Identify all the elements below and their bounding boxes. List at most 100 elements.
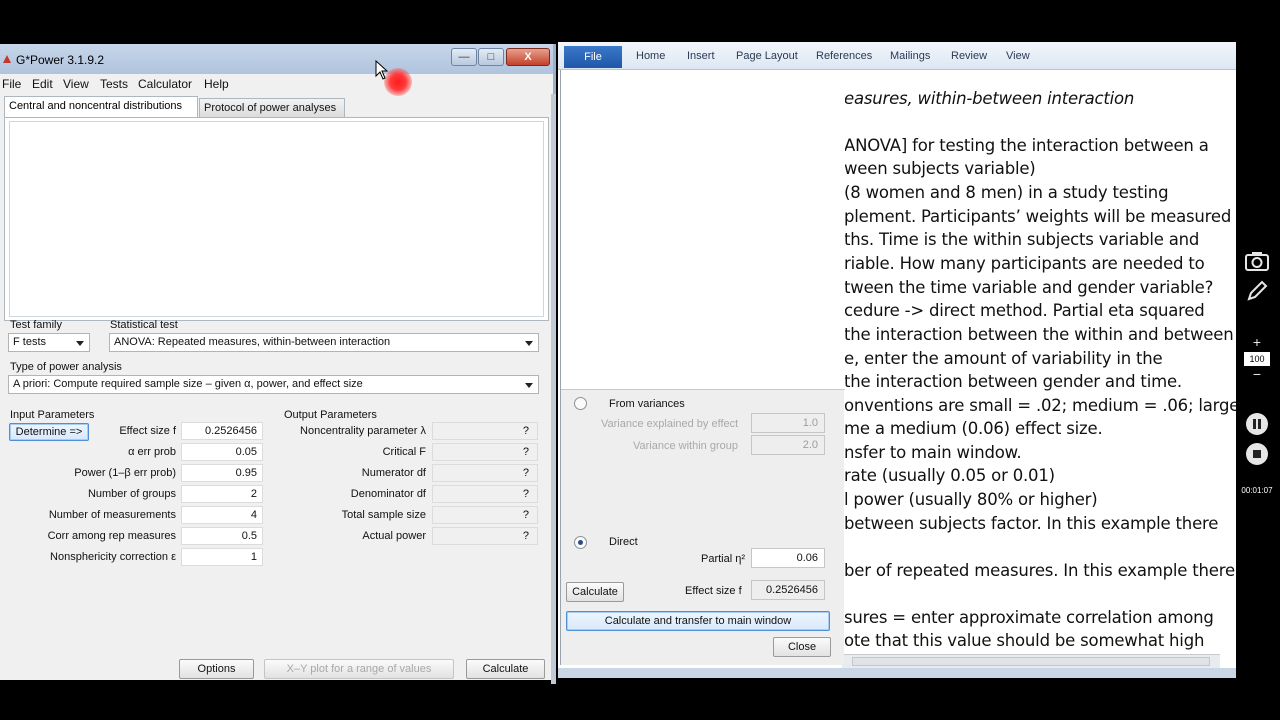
partial-eta-field[interactable]: 0.06: [751, 548, 825, 568]
ribbon-tab-mailings[interactable]: Mailings: [890, 50, 930, 62]
pause-button[interactable]: [1246, 413, 1268, 435]
scrollbar-thumb[interactable]: [852, 657, 1210, 666]
chevron-down-icon: [76, 341, 84, 346]
word-ribbon: File Home Insert Page Layout References …: [558, 42, 1236, 70]
doc-line: rate (usually 0.05 or 0.01): [844, 466, 1055, 485]
stop-button[interactable]: [1246, 443, 1268, 465]
input-groups[interactable]: 2: [181, 485, 263, 503]
zoom-in-button[interactable]: +: [1247, 334, 1267, 350]
zoom-out-button[interactable]: −: [1247, 366, 1267, 382]
input-label-power: Power (1–β err prob): [74, 467, 176, 479]
ribbon-tab-insert[interactable]: Insert: [687, 50, 715, 62]
ribbon-tab-references[interactable]: References: [816, 50, 872, 62]
statistical-test-select[interactable]: ANOVA: Repeated measures, within-between…: [109, 333, 539, 352]
menu-file[interactable]: File: [2, 77, 21, 91]
output-critical-f: ?: [432, 443, 538, 461]
input-power[interactable]: 0.95: [181, 464, 263, 482]
cursor-arrow-icon: [375, 60, 389, 80]
horizontal-scrollbar[interactable]: [842, 654, 1220, 668]
doc-line: me a medium (0.06) effect size.: [844, 419, 1103, 438]
from-variances-label: From variances: [609, 398, 685, 410]
output-total-sample: ?: [432, 506, 538, 524]
input-nonsphericity[interactable]: 1: [181, 548, 263, 566]
menu-edit[interactable]: Edit: [32, 77, 53, 91]
menu-help[interactable]: Help: [204, 77, 229, 91]
pen-icon[interactable]: [1246, 280, 1268, 302]
xy-plot-button[interactable]: X–Y plot for a range of values: [264, 659, 454, 679]
input-label-effect-size: Effect size f: [119, 425, 176, 437]
chevron-down-icon: [525, 383, 533, 388]
variance-explained-field[interactable]: 1.0: [751, 413, 825, 433]
doc-line: the interaction between the within and b…: [844, 325, 1234, 344]
ribbon-tab-view[interactable]: View: [1006, 50, 1030, 62]
ribbon-tab-review[interactable]: Review: [951, 50, 987, 62]
doc-line: ote that this value should be somewhat h…: [844, 631, 1205, 650]
ribbon-tab-home[interactable]: Home: [636, 50, 665, 62]
doc-heading: easures, within-between interaction: [844, 89, 1135, 108]
tab-protocol[interactable]: Protocol of power analyses: [199, 98, 345, 117]
title-bar[interactable]: G*Power 3.1.9.2 — □ X: [0, 44, 553, 74]
dialog-preview-area: [561, 70, 845, 390]
output-parameters-header: Output Parameters: [284, 409, 377, 421]
output-label-denominator-df: Denominator df: [350, 488, 426, 500]
camera-icon[interactable]: [1244, 250, 1270, 272]
app-icon: [3, 55, 11, 63]
document-page[interactable]: easures, within-between interaction ANOV…: [842, 70, 1236, 662]
direct-radio[interactable]: [574, 536, 587, 549]
zoom-level: 100: [1244, 352, 1270, 366]
close-window-button[interactable]: X: [506, 48, 550, 66]
effect-size-value: 0.2526456: [751, 580, 825, 600]
input-label-measurements: Number of measurements: [48, 509, 176, 521]
menu-view[interactable]: View: [63, 77, 89, 91]
input-effect-size[interactable]: 0.2526456: [181, 422, 263, 440]
tab-strip: Central and noncentral distributions Pro…: [4, 96, 552, 118]
output-label-actual-power: Actual power: [362, 530, 426, 542]
maximize-button[interactable]: □: [478, 48, 504, 66]
calculate-button[interactable]: Calculate: [466, 659, 545, 679]
output-label-critical-f: Critical F: [382, 446, 426, 458]
test-family-select[interactable]: F tests: [8, 333, 90, 352]
variance-within-label: Variance within group: [633, 440, 738, 452]
input-parameters-header: Input Parameters: [10, 409, 95, 421]
tab-central-distributions[interactable]: Central and noncentral distributions: [4, 96, 198, 118]
output-label-total-sample: Total sample size: [341, 509, 426, 521]
ribbon-tab-page-layout[interactable]: Page Layout: [736, 50, 798, 62]
from-variances-radio[interactable]: [574, 397, 587, 410]
menu-tests[interactable]: Tests: [100, 77, 128, 91]
input-alpha[interactable]: 0.05: [181, 443, 263, 461]
effect-size-label: Effect size f: [685, 585, 742, 597]
input-label-groups: Number of groups: [87, 488, 176, 500]
output-noncentrality: ?: [432, 422, 538, 440]
doc-line: ths. Time is the within subjects variabl…: [844, 230, 1200, 249]
variance-explained-label: Variance explained by effect: [601, 418, 739, 430]
doc-line: sures = enter approximate correlation am…: [844, 608, 1214, 627]
recording-timer: 00:01:07: [1241, 486, 1273, 495]
doc-line: ber of repeated measures. In this exampl…: [844, 561, 1235, 580]
menu-calculator[interactable]: Calculator: [138, 77, 192, 91]
doc-line: e, enter the amount of variability in th…: [844, 349, 1163, 368]
statistical-test-label: Statistical test: [110, 319, 178, 331]
options-button[interactable]: Options: [179, 659, 254, 679]
output-numerator-df: ?: [432, 464, 538, 482]
analysis-type-select[interactable]: A priori: Compute required sample size –…: [8, 375, 539, 394]
window-title: G*Power 3.1.9.2: [16, 53, 105, 67]
input-measurements[interactable]: 4: [181, 506, 263, 524]
close-button[interactable]: Close: [773, 637, 831, 657]
input-label-nonsphericity: Nonsphericity correction ε: [50, 551, 176, 563]
calculate-transfer-button[interactable]: Calculate and transfer to main window: [566, 611, 830, 631]
input-correlation[interactable]: 0.5: [181, 527, 263, 545]
window-edge-scrollbar[interactable]: [551, 94, 556, 684]
minimize-button[interactable]: —: [451, 48, 477, 66]
doc-line: riable. How many participants are needed…: [844, 254, 1205, 273]
effect-size-dialog: From variances Variance explained by eff…: [560, 70, 845, 665]
ribbon-tab-file[interactable]: File: [564, 46, 622, 68]
dialog-calculate-button[interactable]: Calculate: [566, 582, 624, 602]
doc-line: onventions are small = .02; medium = .06…: [844, 396, 1236, 415]
output-actual-power: ?: [432, 527, 538, 545]
test-family-value: F tests: [13, 336, 47, 348]
menu-bar: File Edit View Tests Calculator Help: [0, 74, 553, 94]
doc-line: tween the time variable and gender varia…: [844, 278, 1214, 297]
doc-line: ween subjects variable): [844, 159, 1036, 178]
variance-within-field[interactable]: 2.0: [751, 435, 825, 455]
stop-icon: [1253, 450, 1261, 458]
